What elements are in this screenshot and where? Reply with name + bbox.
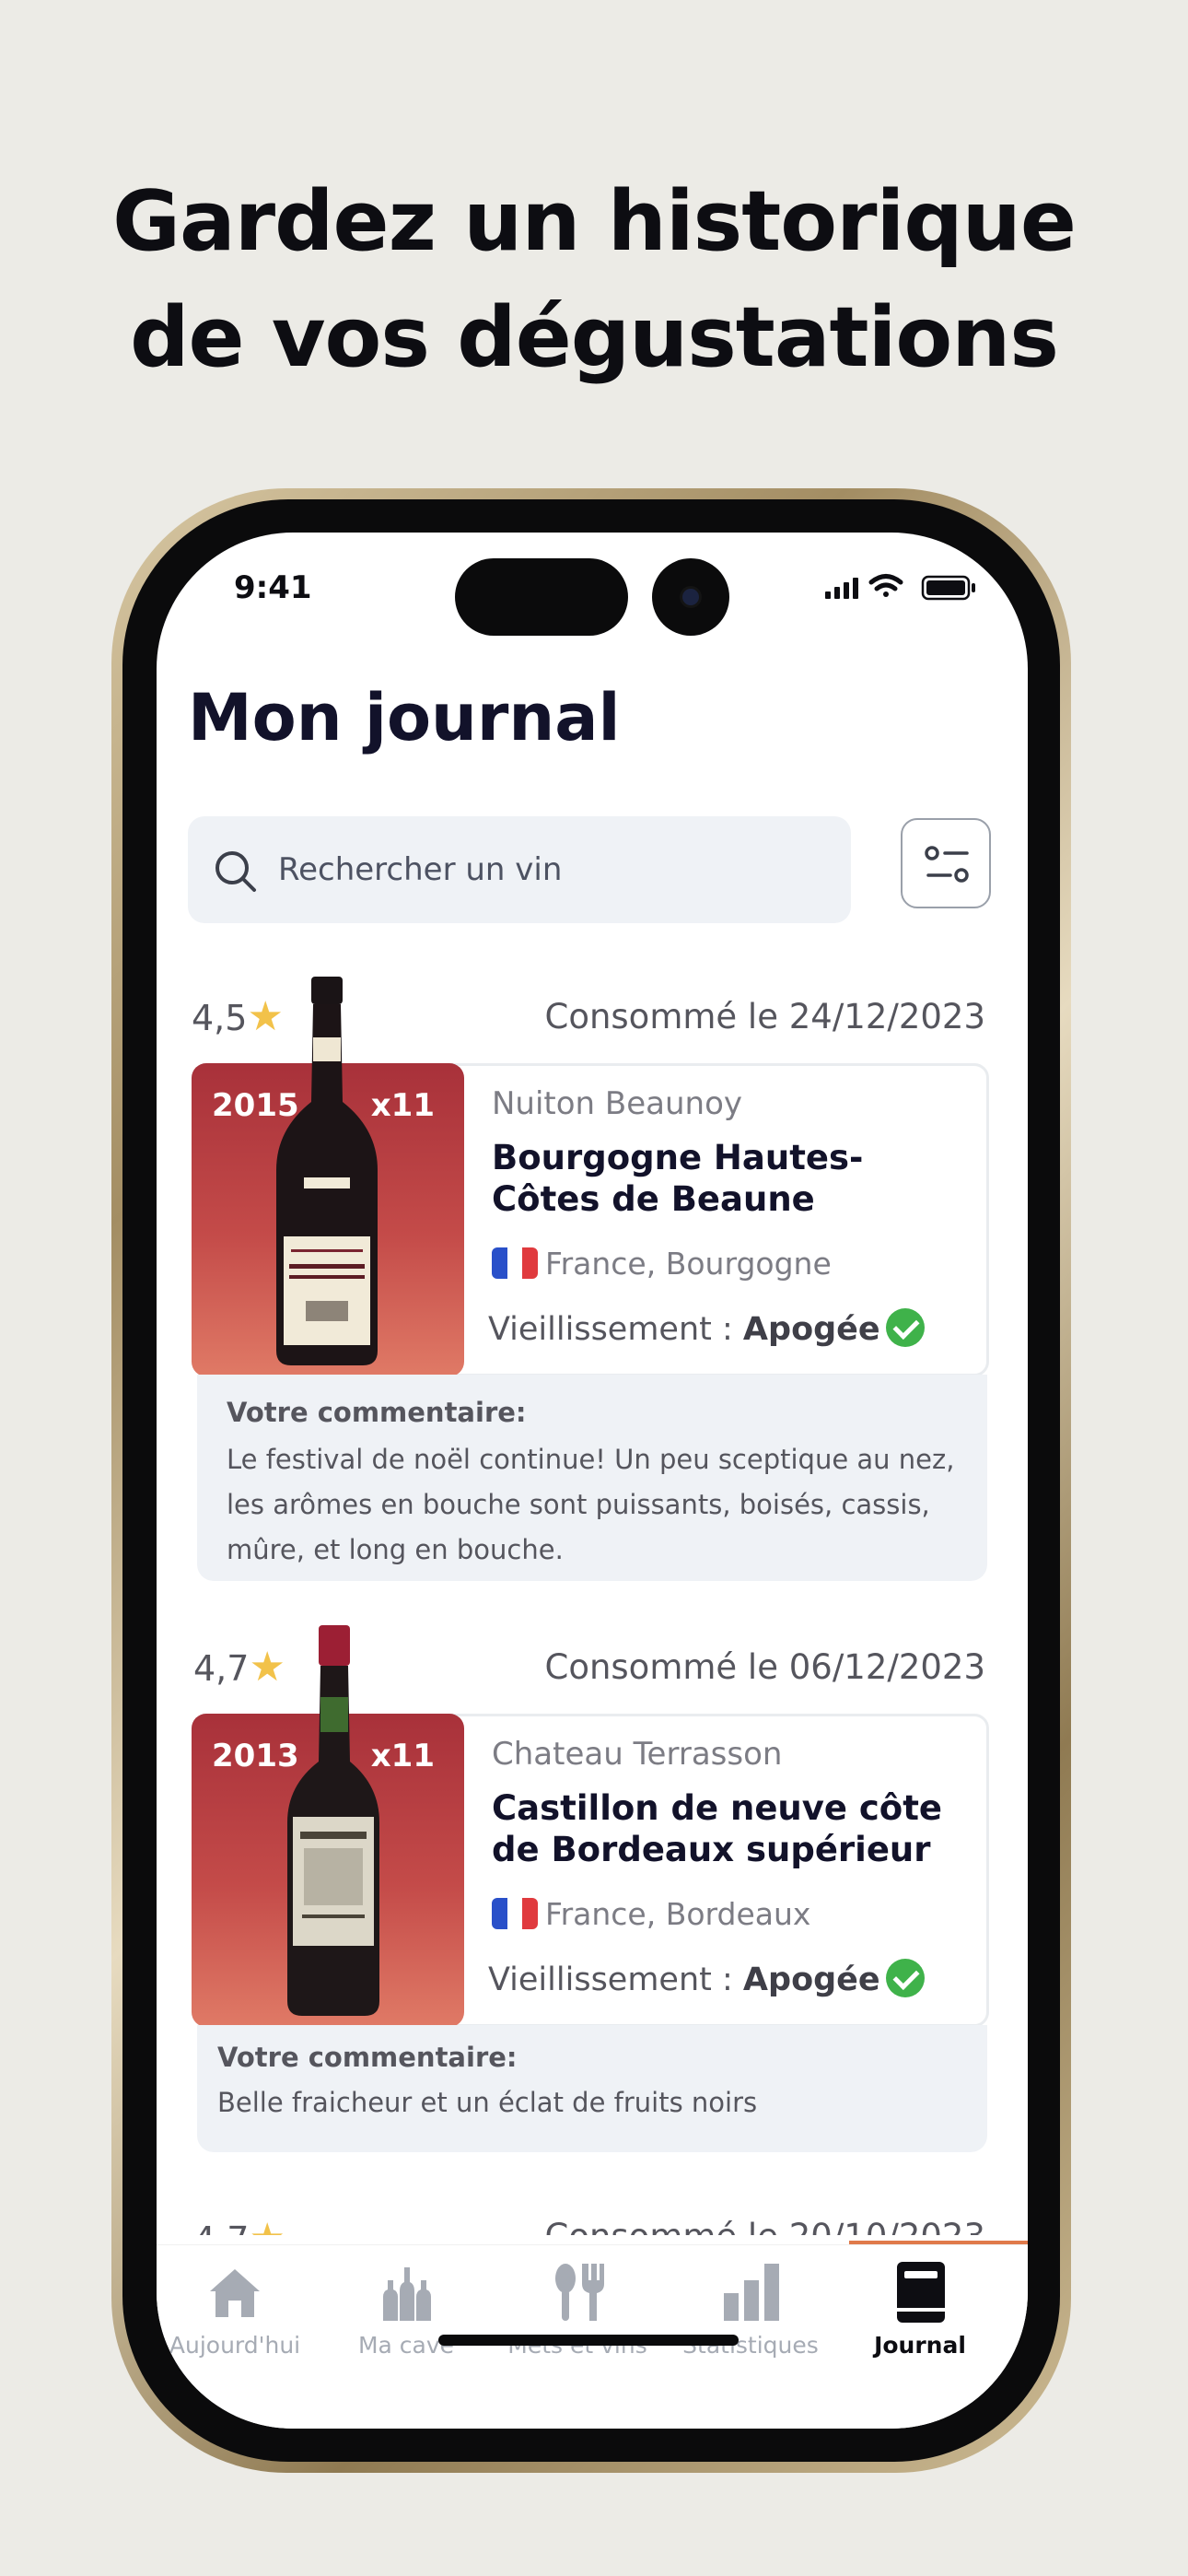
bar-chart-icon [724, 2264, 779, 2321]
dynamic-island [455, 558, 628, 636]
status-icons [825, 574, 975, 601]
sliders-icon [925, 846, 969, 883]
consumed-date: Consommé le 06/12/2023 [544, 1647, 985, 1687]
fork-spoon-icon [555, 2264, 604, 2321]
camera-icon [652, 558, 729, 636]
comment-text: Belle fraicheur et un éclat de fruits no… [217, 2087, 758, 2118]
star-icon: ★ [249, 2215, 285, 2235]
bottles-icon [383, 2267, 431, 2321]
consumed-date: Consommé le 20/10/2023 [544, 2217, 985, 2235]
producer: Chateau Terrasson [492, 1736, 783, 1773]
aging-status: Vieillissement : Apogée [488, 1308, 925, 1348]
wine-name: Castillon de neuve côte de Bordeaux supé… [492, 1788, 942, 1869]
phone-screen: 9:41 Mon journal Rechercher un vin 4,5★ … [157, 533, 1028, 2429]
tab-aujourdhui[interactable]: Aujourd'hui [157, 2260, 322, 2359]
wine-thumbnail[interactable]: 2015 x11 [192, 977, 464, 1376]
wine-name: Bourgogne Hautes-Côtes de Beaune [492, 1138, 864, 1219]
star-icon: ★ [249, 1644, 285, 1691]
aging-status: Vieillissement : Apogée [488, 1959, 925, 1998]
wine-bottle-image [276, 977, 378, 1365]
page-title: Mon journal [188, 680, 621, 755]
aging-label: Vieillissement : [488, 1311, 733, 1348]
consumed-date: Consommé le 24/12/2023 [544, 997, 985, 1036]
wine-bottle-image [287, 1625, 379, 2016]
comment-box: Votre commentaire: Le festival de noël c… [197, 1375, 987, 1581]
battery-icon [921, 575, 975, 601]
comment-text: Le festival de noël continue! Un peu sce… [227, 1444, 955, 1565]
search-placeholder: Rechercher un vin [278, 851, 563, 888]
comment-label: Votre commentaire: [227, 1397, 527, 1428]
tab-label: Aujourd'hui [169, 2332, 301, 2359]
aging-label: Vieillissement : [488, 1961, 733, 1998]
tab-label: Journal [874, 2332, 966, 2359]
wine-thumbnail[interactable]: 2013 x11 [192, 1625, 464, 2027]
france-flag-icon [492, 1898, 538, 1929]
check-circle-icon [885, 1959, 925, 1997]
rating-value: 4,7 [193, 2219, 249, 2235]
rating-value: 4,5 [192, 998, 248, 1038]
region: France, Bourgogne [492, 1246, 832, 1282]
comment-label: Votre commentaire: [217, 2042, 518, 2073]
rating: 4,7★ [193, 1644, 285, 1691]
wifi-icon [868, 574, 903, 597]
signal-icon [825, 578, 858, 599]
france-flag-icon [492, 1247, 538, 1279]
producer: Nuiton Beaunoy [492, 1085, 743, 1122]
filter-button[interactable] [901, 818, 991, 908]
comment-box: Votre commentaire: Belle fraicheur et un… [197, 2025, 987, 2152]
region-label: France, Bourgogne [545, 1246, 832, 1282]
tab-journal[interactable]: Journal [833, 2260, 1007, 2359]
rating-value: 4,7 [193, 1648, 250, 1689]
search-icon [215, 851, 256, 892]
rating: 4,7★ [193, 2215, 285, 2235]
home-indicator [438, 2335, 739, 2346]
region: France, Bordeaux [492, 1896, 810, 1932]
headline-line-2: de vos dégustations [130, 289, 1059, 386]
check-circle-icon [885, 1308, 925, 1347]
aging-value: Apogée [742, 1961, 880, 1998]
marketing-headline: Gardez un historique de vos dégustations [0, 164, 1188, 396]
next-entry-peek[interactable]: 4,7★ Consommé le 20/10/2023 [157, 2207, 1028, 2235]
headline-line-1: Gardez un historique [112, 173, 1077, 270]
aging-value: Apogée [742, 1311, 880, 1348]
home-icon [210, 2269, 260, 2317]
book-icon [897, 2262, 945, 2323]
search-input[interactable]: Rechercher un vin [188, 816, 851, 923]
region-label: France, Bordeaux [545, 1896, 811, 1932]
status-time: 9:41 [234, 569, 312, 606]
